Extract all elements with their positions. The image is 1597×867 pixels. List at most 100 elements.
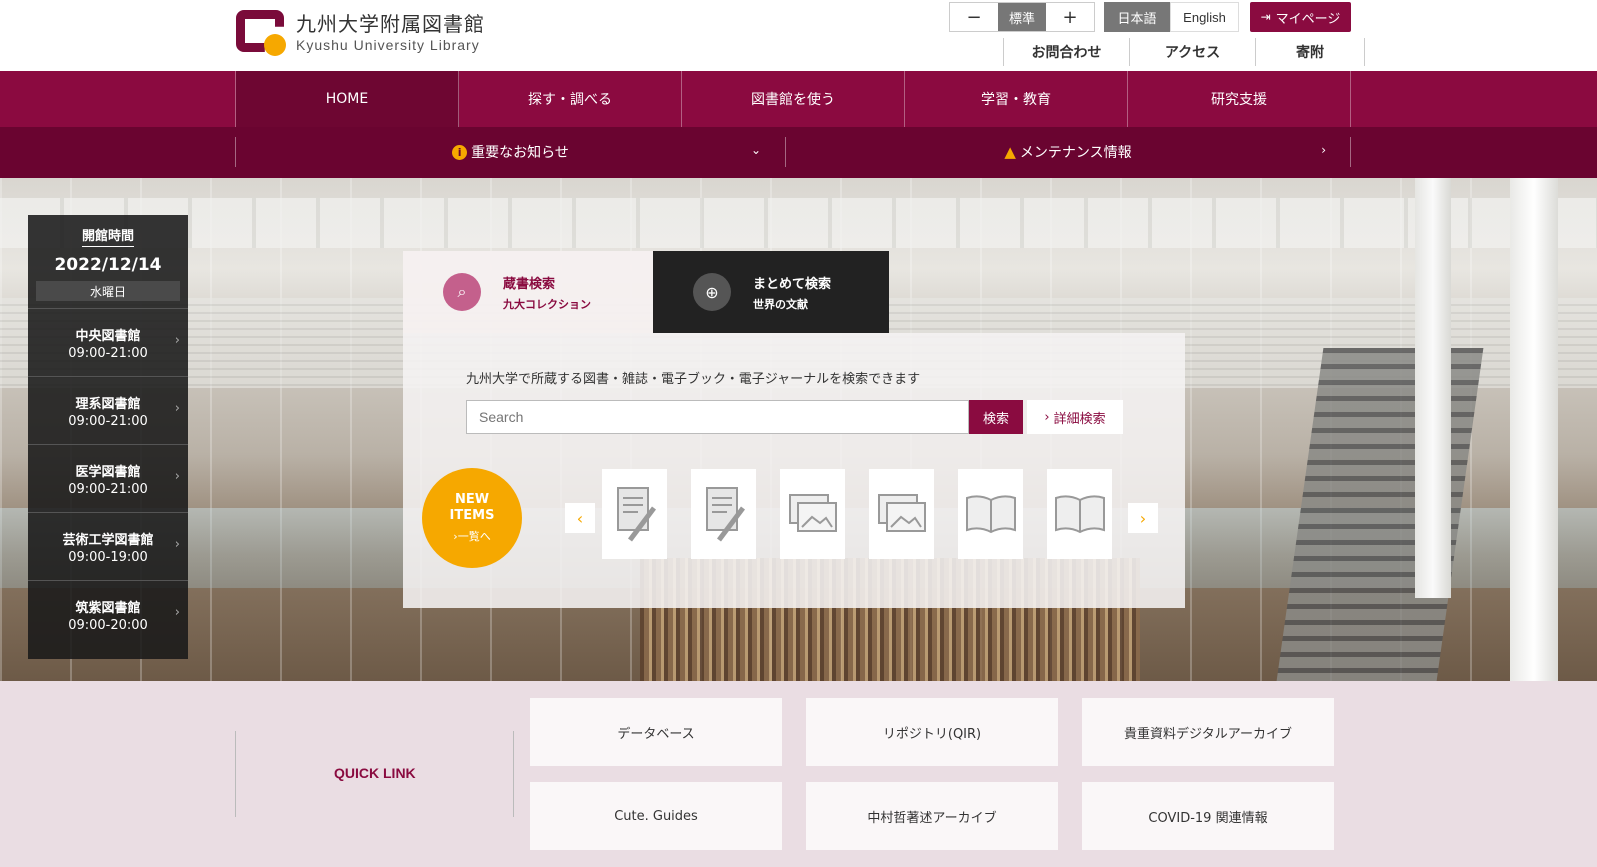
- quick-link-title: QUICK LINK: [334, 765, 416, 781]
- logo-title-jp: 九州大学附属図書館: [296, 12, 485, 36]
- hero-section: 開館時間 2022/12/14 水曜日 中央図書館 09:00-21:00 › …: [0, 178, 1597, 681]
- opening-hours-date: 2022/12/14: [54, 255, 162, 275]
- site-header: 九州大学附属図書館 Kyushu University Library − 標準…: [0, 0, 1597, 71]
- important-notice-toggle[interactable]: i 重要なお知らせ ⌄: [235, 137, 786, 167]
- language-english-button[interactable]: English: [1170, 2, 1239, 32]
- advanced-search-link[interactable]: › 詳細検索: [1027, 400, 1123, 434]
- hours-item-central[interactable]: 中央図書館 09:00-21:00 ›: [28, 308, 188, 376]
- library-name: 筑紫図書館: [75, 600, 141, 616]
- nav-search[interactable]: 探す・調べる: [459, 71, 682, 127]
- tab-discovery-search-sublabel: 世界の文献: [753, 297, 808, 311]
- hero-photo-detail: [0, 198, 1597, 248]
- new-item-thumbnail[interactable]: [958, 469, 1023, 559]
- new-item-thumbnail[interactable]: [780, 469, 845, 559]
- new-items-list-link: ›一覧へ: [453, 528, 490, 544]
- new-item-thumbnail[interactable]: [691, 469, 756, 559]
- chevron-right-icon: ›: [1139, 508, 1147, 528]
- language-switcher: 日本語 English: [1104, 2, 1239, 32]
- new-items-line1: NEW: [454, 492, 490, 507]
- important-notice-label: 重要なお知らせ: [471, 145, 569, 161]
- library-hours: 09:00-21:00: [68, 345, 148, 361]
- notice-bar: i 重要なお知らせ ⌄ ▲ メンテナンス情報 ›: [0, 127, 1597, 178]
- chevron-right-icon: ›: [174, 605, 180, 620]
- opening-hours-panel: 開館時間 2022/12/14 水曜日 中央図書館 09:00-21:00 › …: [28, 215, 188, 659]
- new-items-list-label: 一覧へ: [457, 530, 491, 543]
- quicklink-database[interactable]: データベース: [530, 698, 782, 766]
- mypage-label: マイページ: [1275, 11, 1341, 27]
- hours-item-design[interactable]: 芸術工学図書館 09:00-19:00 ›: [28, 512, 188, 580]
- tab-discovery-search-label: まとめて検索: [753, 276, 832, 292]
- maintenance-notice-label: メンテナンス情報: [1019, 145, 1132, 161]
- divider: [513, 731, 514, 817]
- opening-hours-weekday: 水曜日: [36, 281, 180, 301]
- login-icon: ⇥: [1260, 10, 1271, 24]
- quicklink-nakamura-archive[interactable]: 中村哲著述アーカイブ: [806, 782, 1058, 850]
- library-name: 芸術工学図書館: [62, 532, 154, 548]
- utility-links: お問合わせ アクセス 寄附: [1003, 38, 1365, 66]
- quicklink-repository[interactable]: リポジトリ(QIR): [806, 698, 1058, 766]
- donation-link[interactable]: 寄附: [1255, 38, 1365, 66]
- divider: [235, 731, 236, 817]
- font-standard-button[interactable]: 標準: [998, 3, 1046, 31]
- search-tabs: ⌕ 蔵書検索 九大コレクション ⊕ まとめて検索 世界の文献: [403, 251, 889, 333]
- library-logo[interactable]: 九州大学附属図書館 Kyushu University Library: [236, 10, 485, 56]
- image-icon: [788, 494, 837, 532]
- search-input[interactable]: [466, 400, 969, 434]
- maintenance-notice-link[interactable]: ▲ メンテナンス情報 ›: [786, 137, 1351, 167]
- new-item-thumbnail[interactable]: [602, 469, 667, 559]
- font-increase-button[interactable]: +: [1046, 3, 1094, 31]
- font-decrease-button[interactable]: −: [950, 3, 998, 31]
- quicklink-cute-guides[interactable]: Cute. Guides: [530, 782, 782, 850]
- library-hours: 09:00-20:00: [68, 617, 148, 633]
- hours-item-science[interactable]: 理系図書館 09:00-21:00 ›: [28, 376, 188, 444]
- catalog-search-icon: ⌕: [443, 273, 481, 311]
- nav-learning[interactable]: 学習・教育: [905, 71, 1128, 127]
- chevron-right-icon: ›: [174, 333, 180, 348]
- chevron-down-icon: ⌄: [750, 143, 761, 157]
- tab-catalog-search[interactable]: ⌕ 蔵書検索 九大コレクション: [403, 251, 653, 333]
- quick-link-section: QUICK LINK データベース リポジトリ(QIR) 貴重資料デジタルアーカ…: [0, 681, 1597, 867]
- info-icon: i: [452, 144, 468, 160]
- advanced-search-label: 詳細検索: [1053, 411, 1106, 427]
- tab-catalog-search-label: 蔵書検索: [503, 276, 556, 292]
- tab-catalog-search-sublabel: 九大コレクション: [503, 297, 591, 311]
- new-items-line2: ITEMS: [449, 508, 495, 523]
- nav-research-support[interactable]: 研究支援: [1128, 71, 1351, 127]
- search-button[interactable]: 検索: [969, 400, 1023, 434]
- hours-item-medical[interactable]: 医学図書館 09:00-21:00 ›: [28, 444, 188, 512]
- book-icon: [965, 495, 1016, 534]
- quicklink-covid19[interactable]: COVID-19 関連情報: [1082, 782, 1334, 850]
- chevron-right-icon: ›: [174, 469, 180, 484]
- chevron-left-icon: ‹: [576, 508, 584, 528]
- new-items-button[interactable]: NEW ITEMS ›一覧へ: [422, 468, 522, 568]
- book-icon: [1054, 495, 1105, 534]
- font-size-switcher: − 標準 +: [949, 2, 1095, 32]
- hero-photo-pillar: [1510, 178, 1558, 681]
- library-hours: 09:00-21:00: [68, 413, 148, 429]
- image-icon: [877, 494, 926, 532]
- globe-search-icon: ⊕: [693, 273, 731, 311]
- language-japanese-button[interactable]: 日本語: [1104, 2, 1170, 32]
- logo-title-en: Kyushu University Library: [296, 37, 480, 53]
- library-name: 中央図書館: [75, 328, 141, 344]
- carousel-next-button[interactable]: ›: [1128, 503, 1158, 533]
- opening-hours-title: 開館時間: [81, 225, 134, 247]
- new-item-thumbnail[interactable]: [1047, 469, 1112, 559]
- tab-discovery-search[interactable]: ⊕ まとめて検索 世界の文献: [653, 251, 889, 333]
- mypage-button[interactable]: ⇥ マイページ: [1250, 2, 1351, 32]
- library-name: 医学図書館: [75, 464, 141, 480]
- quicklink-rare-archive[interactable]: 貴重資料デジタルアーカイブ: [1082, 698, 1334, 766]
- hours-item-chikushi[interactable]: 筑紫図書館 09:00-20:00 ›: [28, 580, 188, 648]
- chevron-right-icon: ›: [1044, 409, 1054, 425]
- carousel-prev-button[interactable]: ‹: [565, 503, 595, 533]
- nav-using-library[interactable]: 図書館を使う: [682, 71, 905, 127]
- nav-home[interactable]: HOME: [236, 71, 459, 127]
- library-hours: 09:00-21:00: [68, 481, 148, 497]
- contact-link[interactable]: お問合わせ: [1003, 38, 1129, 66]
- chevron-right-icon: ›: [1321, 143, 1326, 157]
- new-item-thumbnail[interactable]: [869, 469, 934, 559]
- warning-icon: ▲: [1004, 143, 1016, 161]
- manuscript-icon: [616, 487, 656, 542]
- library-hours: 09:00-19:00: [68, 549, 148, 565]
- access-link[interactable]: アクセス: [1129, 38, 1255, 66]
